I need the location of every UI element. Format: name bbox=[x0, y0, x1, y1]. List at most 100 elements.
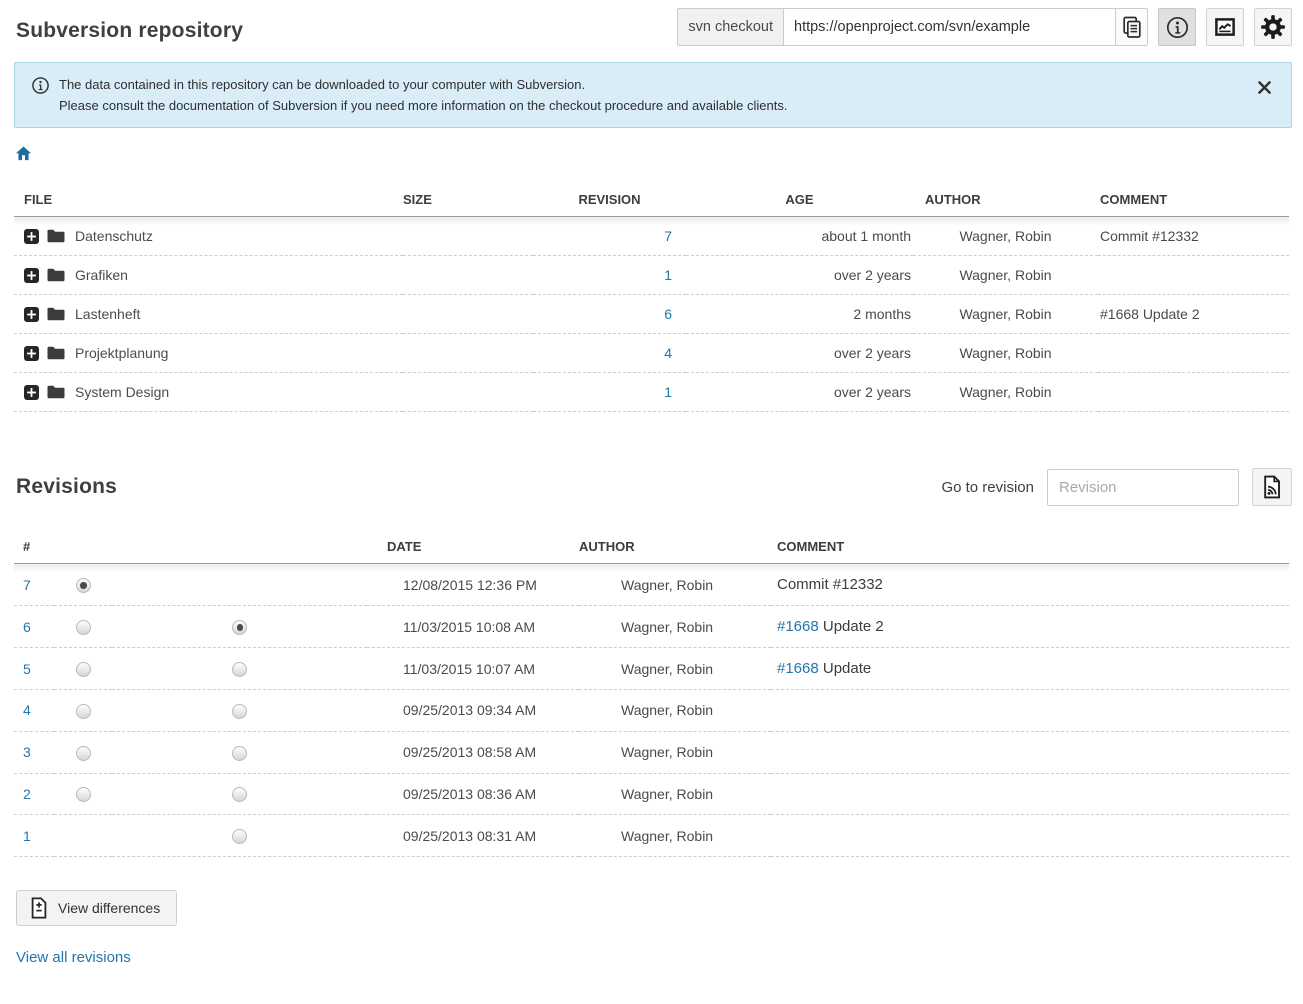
diff-from-radio[interactable] bbox=[76, 704, 91, 719]
revision-number-link[interactable]: 3 bbox=[23, 744, 31, 760]
folder-name-link[interactable]: Projektplanung bbox=[75, 345, 168, 361]
revision-comment: Update 2 bbox=[819, 618, 884, 635]
work-package-link[interactable]: #1668 bbox=[777, 618, 819, 635]
file-row: Projektplanung 4 over 2 years Wagner, Ro… bbox=[14, 334, 1289, 373]
revisions-header: Revisions Go to revision bbox=[16, 468, 1292, 506]
diff-to-radio[interactable] bbox=[232, 787, 247, 802]
revision-date: 09/25/2013 08:58 AM bbox=[367, 731, 579, 773]
revision-number-link[interactable]: 6 bbox=[23, 619, 31, 635]
expand-folder-button[interactable] bbox=[24, 307, 39, 322]
revision-link[interactable]: 1 bbox=[664, 267, 672, 283]
revision-date: 09/25/2013 08:36 AM bbox=[367, 773, 579, 815]
revision-author: Wagner, Robin bbox=[579, 564, 771, 606]
info-banner: The data contained in this repository ca… bbox=[14, 62, 1292, 128]
diff-from-radio[interactable] bbox=[76, 578, 91, 593]
expand-folder-button[interactable] bbox=[24, 346, 39, 361]
files-header-comment: COMMENT bbox=[1098, 186, 1289, 217]
file-author: Wagner, Robin bbox=[913, 217, 1098, 256]
view-differences-button[interactable]: View differences bbox=[16, 890, 177, 926]
file-age: over 2 years bbox=[686, 334, 913, 373]
home-breadcrumb-link[interactable] bbox=[16, 146, 31, 166]
breadcrumb bbox=[16, 146, 1303, 162]
view-all-revisions-link[interactable]: View all revisions bbox=[16, 949, 131, 966]
folder-name-link[interactable]: Lastenheft bbox=[75, 306, 140, 322]
work-package-link[interactable]: #1668 bbox=[777, 660, 819, 677]
feed-icon bbox=[1262, 475, 1282, 499]
file-row: System Design 1 over 2 years Wagner, Rob… bbox=[14, 373, 1289, 412]
expand-folder-button[interactable] bbox=[24, 385, 39, 400]
repository-statistics-button[interactable] bbox=[1206, 8, 1244, 46]
settings-button[interactable] bbox=[1254, 8, 1292, 46]
revision-number-link[interactable]: 4 bbox=[23, 702, 31, 718]
revision-number-link[interactable]: 1 bbox=[23, 828, 31, 844]
file-comment bbox=[1098, 373, 1289, 412]
files-header-size: SIZE bbox=[403, 186, 533, 217]
file-size bbox=[403, 373, 533, 412]
file-row: Lastenheft 6 2 months Wagner, Robin #166… bbox=[14, 295, 1289, 334]
file-age: over 2 years bbox=[686, 373, 913, 412]
file-author: Wagner, Robin bbox=[913, 334, 1098, 373]
file-age: 2 months bbox=[686, 295, 913, 334]
file-size bbox=[403, 217, 533, 256]
checkout-url-input[interactable] bbox=[783, 8, 1115, 46]
goto-revision-button[interactable] bbox=[1252, 468, 1292, 506]
revisions-table: # DATE AUTHOR COMMENT 7 12/08/2015 12:36… bbox=[14, 533, 1289, 857]
file-age: over 2 years bbox=[686, 256, 913, 295]
home-icon bbox=[16, 146, 31, 161]
revision-row: 2 09/25/2013 08:36 AM Wagner, Robin bbox=[14, 773, 1289, 815]
revision-author: Wagner, Robin bbox=[579, 606, 771, 648]
folder-name-link[interactable]: System Design bbox=[75, 384, 169, 400]
diff-to-radio[interactable] bbox=[232, 662, 247, 677]
copy-url-button[interactable] bbox=[1115, 8, 1148, 46]
repository-toolbar: svn checkout bbox=[677, 8, 1292, 46]
checkout-command-label: svn checkout bbox=[677, 8, 783, 46]
diff-to-radio[interactable] bbox=[232, 620, 247, 635]
revision-row: 7 12/08/2015 12:36 PM Wagner, Robin Comm… bbox=[14, 564, 1289, 606]
diff-from-radio[interactable] bbox=[76, 620, 91, 635]
folder-icon bbox=[47, 346, 65, 360]
folder-name-link[interactable]: Datenschutz bbox=[75, 228, 153, 244]
revision-author: Wagner, Robin bbox=[579, 731, 771, 773]
revision-number-link[interactable]: 5 bbox=[23, 661, 31, 677]
files-header-revision: REVISION bbox=[533, 186, 686, 217]
folder-name-link[interactable]: Grafiken bbox=[75, 267, 128, 283]
banner-text: The data contained in this repository ca… bbox=[59, 74, 787, 116]
revision-row: 5 11/03/2015 10:07 AM Wagner, Robin #166… bbox=[14, 648, 1289, 690]
revisions-header-author: AUTHOR bbox=[579, 533, 771, 564]
revision-row: 4 09/25/2013 09:34 AM Wagner, Robin bbox=[14, 690, 1289, 732]
files-header-file: FILE bbox=[14, 186, 403, 217]
revision-link[interactable]: 6 bbox=[664, 306, 672, 322]
expand-folder-button[interactable] bbox=[24, 268, 39, 283]
diff-to-radio[interactable] bbox=[232, 746, 247, 761]
files-table-header-row: FILE SIZE REVISION AGE AUTHOR COMMENT bbox=[14, 186, 1289, 217]
revision-number-link[interactable]: 2 bbox=[23, 786, 31, 802]
revision-link[interactable]: 4 bbox=[664, 345, 672, 361]
expand-folder-button[interactable] bbox=[24, 229, 39, 244]
file-author: Wagner, Robin bbox=[913, 295, 1098, 334]
folder-icon bbox=[47, 268, 65, 282]
revision-number-link[interactable]: 7 bbox=[23, 577, 31, 593]
file-size bbox=[403, 256, 533, 295]
file-row: Grafiken 1 over 2 years Wagner, Robin bbox=[14, 256, 1289, 295]
banner-line-2: Please consult the documentation of Subv… bbox=[59, 95, 787, 116]
revision-link[interactable]: 1 bbox=[664, 384, 672, 400]
revision-comment: Update bbox=[819, 660, 872, 677]
revision-row: 3 09/25/2013 08:58 AM Wagner, Robin bbox=[14, 731, 1289, 773]
files-table: FILE SIZE REVISION AGE AUTHOR COMMENT Da… bbox=[14, 186, 1289, 412]
revision-link[interactable]: 7 bbox=[664, 228, 672, 244]
goto-revision-label: Go to revision bbox=[941, 479, 1034, 496]
diff-to-radio[interactable] bbox=[232, 829, 247, 844]
revision-date: 12/08/2015 12:36 PM bbox=[367, 564, 579, 606]
diff-to-radio[interactable] bbox=[232, 704, 247, 719]
page-title: Subversion repository bbox=[16, 19, 243, 43]
file-row: Datenschutz 7 about 1 month Wagner, Robi… bbox=[14, 217, 1289, 256]
diff-from-radio[interactable] bbox=[76, 746, 91, 761]
banner-close-button[interactable] bbox=[1254, 77, 1275, 101]
file-comment: Commit #12332 bbox=[1098, 217, 1289, 256]
diff-from-radio[interactable] bbox=[76, 787, 91, 802]
diff-from-radio[interactable] bbox=[76, 662, 91, 677]
file-comment bbox=[1098, 256, 1289, 295]
chart-icon bbox=[1213, 15, 1237, 39]
repository-info-button[interactable] bbox=[1158, 8, 1196, 46]
goto-revision-input[interactable] bbox=[1047, 469, 1239, 506]
